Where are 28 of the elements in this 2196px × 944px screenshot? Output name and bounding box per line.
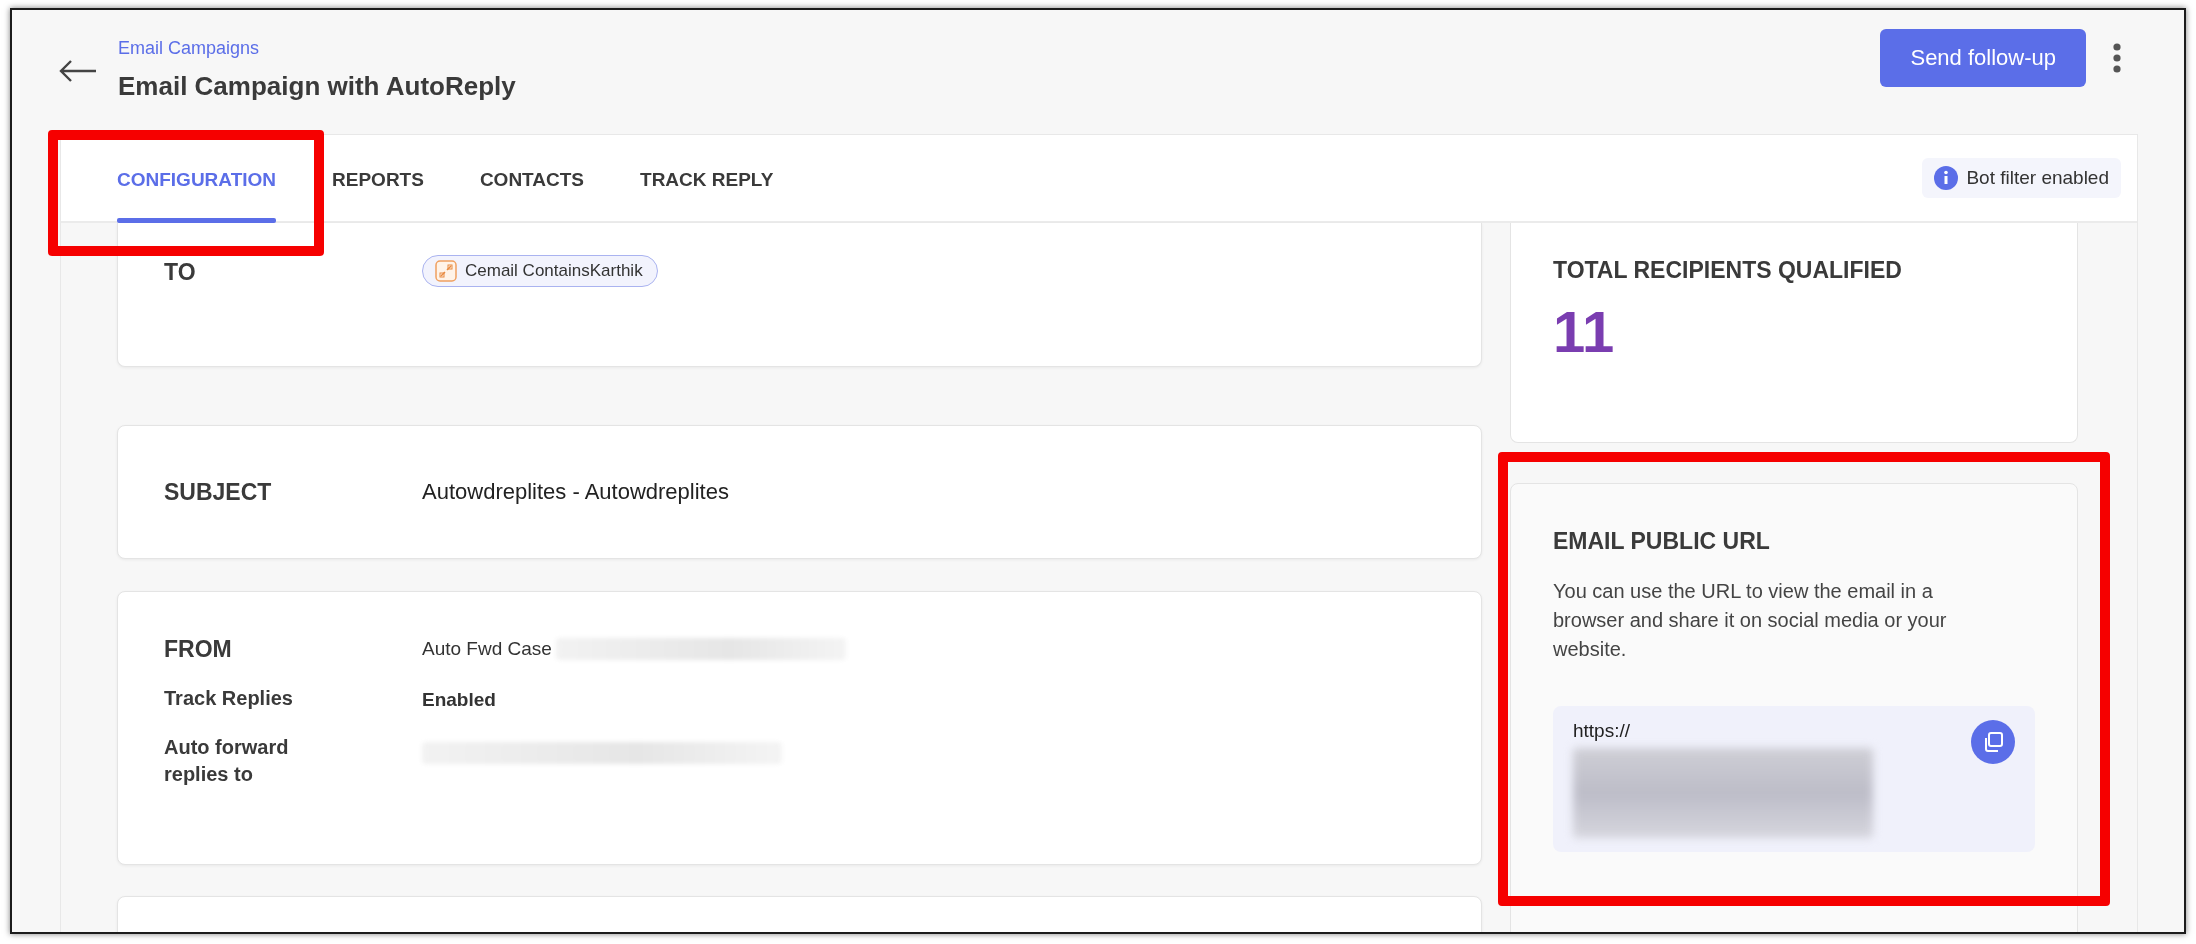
field-value: Auto Fwd Case	[422, 638, 552, 660]
tab[interactable]: CONFIGURATION	[117, 135, 277, 221]
more-options-icon[interactable]	[2112, 43, 2122, 73]
chip-label: Cemail ContainsKarthik	[465, 261, 643, 281]
segment-chip[interactable]: Cemail ContainsKarthik	[422, 255, 658, 287]
section-label: TO	[164, 259, 197, 287]
page-title: Email Campaign with AutoReply	[118, 71, 516, 102]
tab[interactable]: TRACK REPLY	[640, 135, 774, 221]
field-value: Enabled	[422, 689, 496, 711]
field-label: Auto forward replies to	[164, 735, 290, 787]
public-url-description: You can use the URL to view the email in a browser and share it on social media or your website.	[1553, 579, 1948, 662]
field-label: FROM	[164, 636, 233, 663]
bot-filter-label: Bot filter enabled	[1966, 167, 2109, 189]
public-url-title: EMAIL PUBLIC URL	[1553, 528, 1771, 555]
tab[interactable]: REPORTS	[332, 135, 424, 221]
send-follow-up-button[interactable]: Send follow-up	[1880, 29, 2086, 87]
back-arrow-icon[interactable]	[58, 59, 98, 83]
total-label: TOTAL RECIPIENTS QUALIFIED	[1553, 257, 1903, 284]
total-count: 11	[1553, 298, 1616, 365]
section-label: SUBJECT	[164, 478, 273, 506]
copy-button[interactable]	[1971, 720, 2015, 764]
breadcrumb-link[interactable]: Email Campaigns	[118, 38, 516, 59]
tab[interactable]: CONTACTS	[479, 135, 585, 221]
subject-value: Autowdreplites - Autowdreplites	[422, 479, 729, 505]
url-text: https://	[1573, 720, 1632, 742]
field-label: Track Replies	[164, 686, 294, 711]
segment-icon	[435, 260, 457, 282]
info-icon	[1934, 166, 1959, 190]
